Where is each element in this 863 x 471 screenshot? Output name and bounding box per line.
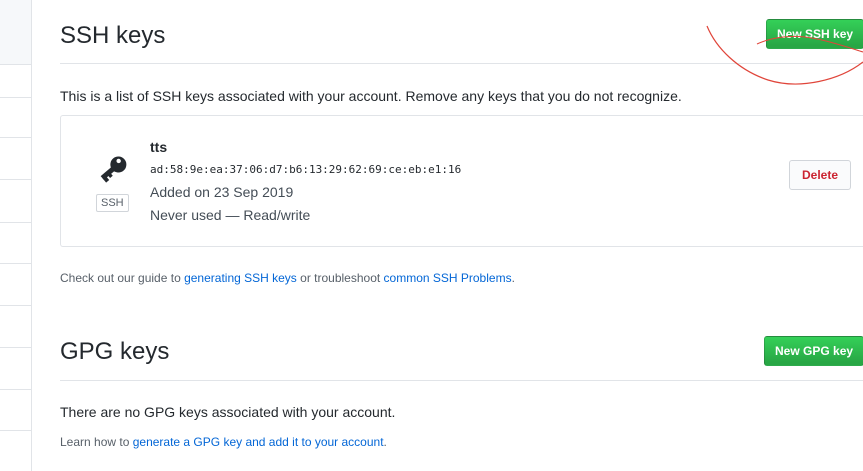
sidebar-divider	[0, 179, 31, 180]
section-divider	[60, 380, 863, 381]
gpg-learn-prefix: Learn how to	[60, 435, 133, 449]
ssh-guide-middle: or troubleshoot	[296, 271, 384, 285]
ssh-key-type-badge: SSH	[96, 194, 129, 212]
sidebar-item-active[interactable]	[0, 0, 31, 65]
gpg-learn-suffix: .	[383, 435, 387, 449]
sidebar-divider	[0, 137, 31, 138]
gpg-empty-text: There are no GPG keys associated with yo…	[60, 404, 396, 420]
annotation-circle	[706, 25, 863, 85]
ssh-key-item: SSH tts ad:58:9e:ea:37:06:d7:b6:13:29:62…	[60, 115, 863, 247]
ssh-description: This is a list of SSH keys associated wi…	[60, 88, 682, 104]
new-gpg-key-button[interactable]: New GPG key	[764, 336, 863, 366]
generate-gpg-key-link[interactable]: generate a GPG key and add it to your ac…	[133, 435, 384, 449]
delete-ssh-key-button[interactable]: Delete	[789, 160, 852, 190]
sidebar-divider	[0, 305, 31, 306]
key-icon	[100, 156, 127, 183]
section-divider	[60, 63, 863, 64]
sidebar-divider	[0, 347, 31, 348]
ssh-guide-prefix: Check out our guide to	[60, 271, 185, 285]
new-ssh-key-button[interactable]: New SSH key	[766, 19, 863, 49]
sidebar-divider	[0, 430, 31, 431]
gpg-learn-text: Learn how to generate a GPG key and add …	[60, 435, 387, 449]
generating-ssh-keys-link[interactable]: generating SSH keys	[184, 271, 297, 285]
ssh-key-fingerprint: ad:58:9e:ea:37:06:d7:b6:13:29:62:69:ce:e…	[150, 163, 462, 176]
ssh-keys-heading: SSH keys	[60, 22, 166, 49]
ssh-key-title: tts	[150, 139, 168, 155]
settings-sidebar	[0, 0, 32, 471]
sidebar-divider	[0, 222, 31, 223]
sidebar-divider	[0, 97, 31, 98]
gpg-keys-heading: GPG keys	[60, 338, 170, 365]
ssh-guide-suffix: .	[511, 271, 515, 285]
ssh-key-usage: Never used — Read/write	[150, 207, 311, 223]
sidebar-divider	[0, 263, 31, 264]
common-ssh-problems-link[interactable]: common SSH Problems	[384, 271, 512, 285]
ssh-key-added-date: Added on 23 Sep 2019	[150, 184, 294, 200]
sidebar-divider	[0, 389, 31, 390]
ssh-guide-text: Check out our guide to generating SSH ke…	[60, 271, 515, 285]
